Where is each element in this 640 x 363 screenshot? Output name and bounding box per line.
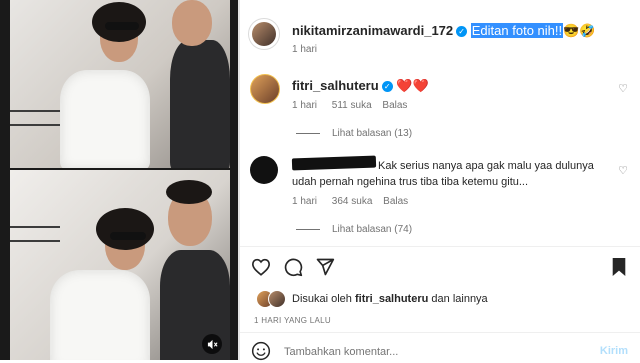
like-icon[interactable] (250, 256, 272, 278)
caption-emojis: 😎🤣 (563, 23, 596, 38)
view-replies-button[interactable]: Lihat balasan (13) (296, 128, 412, 139)
man-hair (166, 180, 212, 204)
liked-by: Disukai oleh fitri_salhuteru dan lainnya (292, 293, 488, 305)
liked-by-suffix[interactable]: dan lainnya (431, 293, 487, 305)
balcony-railing (10, 240, 60, 242)
woman-shirt (50, 270, 150, 360)
comment-time: 1 hari (292, 100, 318, 111)
commenter-avatar[interactable] (250, 156, 278, 184)
comment-like-icon[interactable]: ♡ (618, 82, 628, 95)
post-media[interactable] (0, 0, 238, 360)
verified-icon: ✓ (381, 81, 393, 93)
man-shirt (170, 40, 230, 168)
reply-button[interactable]: Balas (382, 100, 407, 111)
redacted-username (291, 155, 377, 171)
mute-icon[interactable] (202, 334, 222, 354)
sunglasses (110, 232, 146, 240)
caption-highlight: Editan foto nih!! (470, 23, 564, 38)
comment-meta: 1 hari 511 suka Balas (292, 100, 407, 111)
comment-icon[interactable] (282, 256, 304, 278)
caption-time: 1 hari (292, 44, 318, 55)
emoji-icon[interactable] (250, 340, 272, 362)
balcony-railing (10, 226, 60, 228)
comment-username[interactable]: fitri_salhuteru (292, 78, 379, 93)
comment-emojis: ❤️❤️ (396, 78, 429, 93)
section-divider (240, 246, 640, 247)
replies-line (296, 228, 320, 230)
man-face (172, 0, 212, 46)
verified-icon: ✓ (456, 26, 468, 38)
liked-by-user[interactable]: fitri_salhuteru (355, 293, 428, 305)
comment-text-line2: udah pernah ngehina trus tiba tiba ketem… (292, 176, 529, 188)
view-replies-button[interactable]: Lihat balasan (74) (296, 224, 412, 235)
comment-time: 1 hari (292, 196, 318, 207)
comment-text-line1: Kak serius nanya apa gak malu yaa duluny… (378, 160, 594, 172)
section-divider (240, 332, 640, 333)
comment-likes[interactable]: 364 suka (332, 196, 373, 207)
post-photo-top (10, 0, 230, 168)
liker-avatar (268, 290, 286, 308)
comment-text: fitri_salhuteru ✓ ❤️❤️ (292, 78, 429, 94)
view-replies-label: Lihat balasan (13) (332, 128, 413, 139)
replies-line (296, 132, 320, 134)
woman-shirt (60, 70, 150, 168)
action-bar (250, 256, 630, 278)
commenter-avatar[interactable] (250, 74, 280, 104)
save-icon[interactable] (608, 256, 630, 278)
caption: nikitamirzanimawardi_172 ✓ Editan foto ni… (292, 23, 595, 39)
post-date: 1 HARI YANG LALU (254, 316, 331, 325)
author-username[interactable]: nikitamirzanimawardi_172 (292, 23, 453, 38)
post-photo-bottom (10, 170, 230, 360)
author-avatar[interactable] (252, 22, 276, 46)
woman-hair (96, 208, 154, 250)
comment-meta: 1 hari 364 suka Balas (292, 196, 408, 207)
comments-panel: nikitamirzanimawardi_172 ✓ Editan foto ni… (240, 0, 640, 363)
view-replies-label: Lihat balasan (74) (332, 224, 413, 235)
share-icon[interactable] (314, 256, 336, 278)
comment-likes[interactable]: 511 suka (332, 100, 372, 111)
comment-like-icon[interactable]: ♡ (618, 164, 628, 177)
liked-by-prefix: Disukai oleh (292, 293, 352, 305)
submit-comment-button[interactable]: Kirim (600, 345, 628, 357)
sunglasses (105, 22, 139, 30)
reply-button[interactable]: Balas (383, 196, 408, 207)
